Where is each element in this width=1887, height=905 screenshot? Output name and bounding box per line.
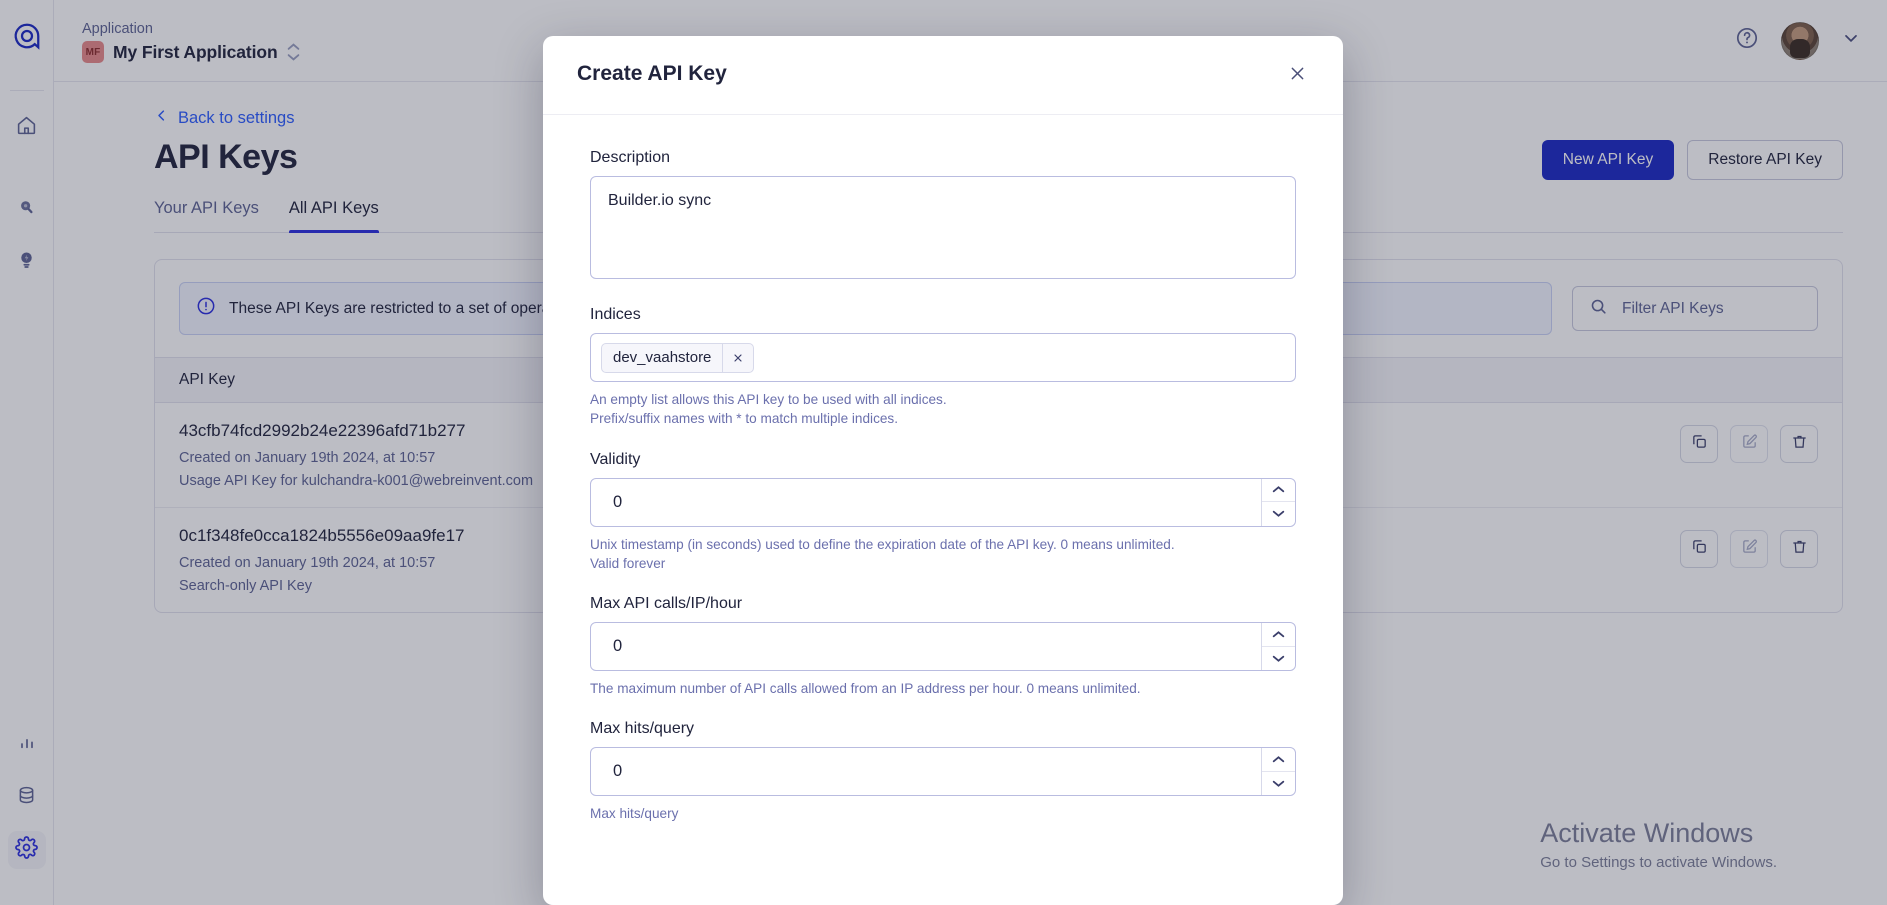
indices-input[interactable]: dev_vaahstore [590,333,1296,382]
max-hits-input-wrap [590,747,1296,797]
close-icon [1288,67,1307,87]
modal-header: Create API Key [543,36,1343,115]
validity-field-group: Validity Unix timestamp (in seconds) use… [590,451,1296,574]
max-api-calls-increment-button[interactable] [1262,623,1295,647]
max-api-calls-help: The maximum number of API calls allowed … [590,679,1296,698]
max-api-calls-help-line-1: The maximum number of API calls allowed … [590,681,1141,697]
close-modal-button[interactable] [1286,62,1309,90]
description-input[interactable] [590,176,1296,279]
validity-increment-button[interactable] [1262,478,1295,503]
index-tag: dev_vaahstore [601,342,755,373]
create-api-key-modal: Create API Key Description Indices dev_v… [543,36,1343,905]
validity-help: Unix timestamp (in seconds) used to defi… [590,535,1296,574]
max-hits-increment-button[interactable] [1262,748,1295,772]
max-hits-help-line-1: Max hits/query [590,806,679,822]
indices-help: An empty list allows this API key to be … [590,390,1296,429]
index-tag-label: dev_vaahstore [613,349,712,366]
max-api-calls-input[interactable] [590,622,1296,672]
max-hits-input[interactable] [590,747,1296,797]
max-api-calls-field-group: Max API calls/IP/hour The maximum number… [590,595,1296,698]
screen-root: Application MF My First Application Back… [0,0,1887,905]
max-hits-field-group: Max hits/query Max hits/query [590,720,1296,823]
description-label: Description [590,149,671,166]
max-hits-help: Max hits/query [590,804,1296,823]
validity-help-line-1: Unix timestamp (in seconds) used to defi… [590,536,1175,552]
indices-help-line-2: Prefix/suffix names with * to match mult… [590,411,898,427]
validity-label: Validity [590,450,641,468]
max-api-calls-input-wrap [590,622,1296,672]
max-hits-stepper [1261,748,1295,796]
description-field-group: Description [590,149,1296,284]
remove-index-tag-button[interactable] [722,343,753,372]
validity-input[interactable] [590,477,1296,527]
validity-stepper [1261,478,1295,526]
indices-field-group: Indices dev_vaahstore An empty list allo… [590,306,1296,429]
max-hits-decrement-button[interactable] [1262,771,1295,796]
modal-title: Create API Key [577,62,727,85]
max-api-calls-stepper [1261,623,1295,671]
validity-decrement-button[interactable] [1262,502,1295,526]
validity-help-line-2: Valid forever [590,555,666,571]
validity-input-wrap [590,477,1296,527]
indices-help-line-1: An empty list allows this API key to be … [590,392,947,407]
max-api-calls-label: Max API calls/IP/hour [590,595,743,613]
modal-body: Description Indices dev_vaahstore An emp… [543,115,1343,905]
max-hits-label: Max hits/query [590,720,695,738]
max-api-calls-decrement-button[interactable] [1262,646,1295,671]
indices-label: Indices [590,306,641,323]
